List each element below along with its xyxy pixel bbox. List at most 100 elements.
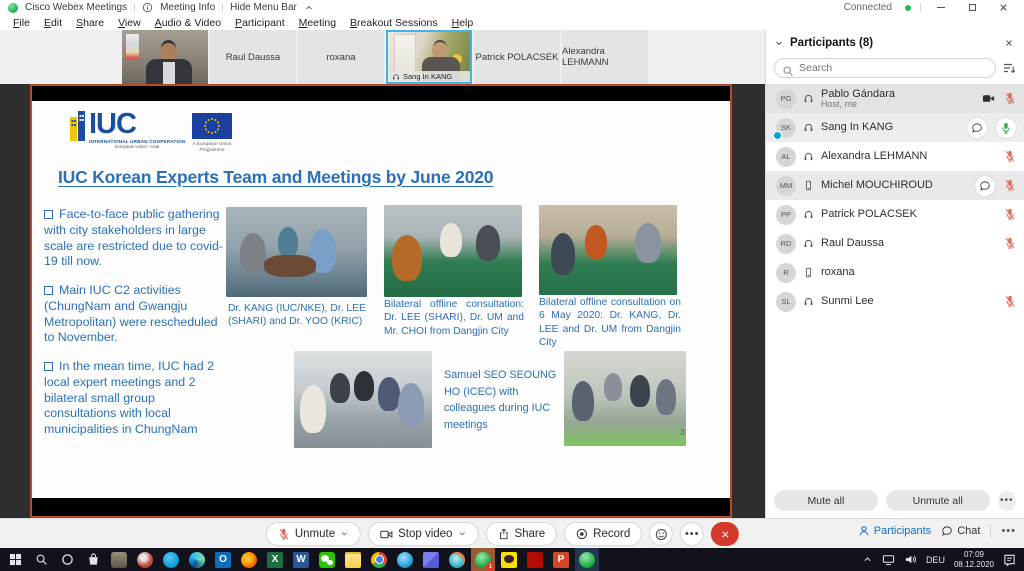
chevron-up-icon[interactable] xyxy=(304,3,314,13)
participants-tab-button[interactable]: Participants xyxy=(858,525,931,537)
paint3d-icon[interactable] xyxy=(449,552,465,568)
webex-meetings-taskbar-active[interactable]: 1 xyxy=(471,548,495,571)
menu-breakout-sessions[interactable]: Breakout Sessions xyxy=(343,17,445,29)
slide-bullet: Face-to-face public gathering with city … xyxy=(44,207,230,270)
leave-meeting-button[interactable] xyxy=(711,522,739,546)
menu-participant[interactable]: Participant xyxy=(228,17,292,29)
start-button[interactable] xyxy=(7,552,23,568)
microsoft-store-icon[interactable] xyxy=(85,552,101,568)
slide-bullet-list: Face-to-face public gathering with city … xyxy=(44,207,230,451)
wechat-icon[interactable] xyxy=(319,552,335,568)
more-controls-button[interactable]: ••• xyxy=(680,522,704,546)
action-center-icon[interactable] xyxy=(1003,551,1016,569)
earth-app-icon[interactable] xyxy=(397,552,413,568)
firefox-icon[interactable] xyxy=(241,552,257,568)
pdf-app-icon[interactable] xyxy=(527,552,543,568)
avatar: PG xyxy=(776,89,796,109)
statue-app-icon[interactable] xyxy=(111,552,127,568)
video-tile-pablo[interactable] xyxy=(122,30,208,84)
minimize-button[interactable] xyxy=(930,1,952,14)
mic-muted-icon[interactable] xyxy=(1004,177,1016,195)
participant-row[interactable]: R roxana xyxy=(766,258,1024,287)
participant-row[interactable]: PP Patrick POLACSEK xyxy=(766,200,1024,229)
webex-meetings-icon[interactable]: 1 xyxy=(475,552,491,568)
collapse-chevron-icon[interactable] xyxy=(774,38,784,48)
unmute-all-button[interactable]: Unmute all xyxy=(886,490,990,511)
menu-edit[interactable]: Edit xyxy=(37,17,69,29)
slide-bullet: In the mean time, IUC had 2 local expert… xyxy=(44,359,230,438)
participant-row[interactable]: SL Sunmi Lee xyxy=(766,287,1024,316)
menu-share[interactable]: Share xyxy=(69,17,111,29)
menu-help[interactable]: Help xyxy=(445,17,481,29)
powerpoint-icon[interactable]: P xyxy=(553,552,569,568)
speaker-icon[interactable] xyxy=(904,551,917,569)
excel-icon[interactable]: X xyxy=(267,552,283,568)
participants-panel-title: Participants (8) xyxy=(790,37,873,49)
cortana-icon[interactable] xyxy=(59,552,75,568)
chat-button[interactable] xyxy=(967,118,987,138)
taskbar-clock[interactable]: 07:0908.12.2020 xyxy=(954,550,994,570)
mic-muted-icon[interactable] xyxy=(1004,235,1016,253)
mic-muted-icon[interactable] xyxy=(1004,90,1016,108)
kakaotalk-icon[interactable] xyxy=(501,552,517,568)
mic-muted-icon[interactable] xyxy=(1004,148,1016,166)
participant-row[interactable]: RD Raul Daussa xyxy=(766,229,1024,258)
video-badge-icon xyxy=(773,131,782,140)
chevron-down-icon[interactable] xyxy=(340,528,349,540)
mute-all-button[interactable]: Mute all xyxy=(774,490,878,511)
close-window-button[interactable] xyxy=(992,1,1014,14)
tray-chevron-up-icon[interactable] xyxy=(862,551,873,569)
taskbar-search-icon[interactable] xyxy=(33,552,49,568)
active-speaker-label: Sang In KANG xyxy=(388,71,470,82)
share-button[interactable]: Share xyxy=(485,522,557,546)
video-tile-roxana[interactable]: roxana xyxy=(298,30,384,84)
close-panel-button[interactable] xyxy=(1004,37,1014,49)
chevron-down-icon[interactable] xyxy=(457,528,466,540)
word-icon[interactable]: W xyxy=(293,552,309,568)
video-tile-alexandra[interactable]: Alexandra LEHMANN xyxy=(562,30,648,84)
meeting-info-button[interactable]: Meeting Info xyxy=(160,2,215,13)
meeting-photo-5 xyxy=(564,351,686,446)
webex-window: Cisco Webex Meetings Meeting Info Hide M… xyxy=(0,0,1024,571)
webex-ball-taskbar[interactable] xyxy=(575,548,599,571)
participant-row[interactable]: PG Pablo GándaraHost, me xyxy=(766,84,1024,113)
stop-video-button[interactable]: Stop video xyxy=(368,522,478,546)
chrome-icon[interactable] xyxy=(371,552,387,568)
reactions-button[interactable] xyxy=(649,522,673,546)
mic-muted-icon[interactable] xyxy=(1004,206,1016,224)
hide-menu-bar-button[interactable]: Hide Menu Bar xyxy=(230,2,297,13)
mic-muted-icon[interactable] xyxy=(1004,293,1016,311)
video-tile-patrick[interactable]: Patrick POLACSEK xyxy=(474,30,560,84)
edge-icon[interactable] xyxy=(189,552,205,568)
chat-button[interactable] xyxy=(975,176,995,196)
meeting-photo-2 xyxy=(384,205,522,297)
maps-app-icon[interactable] xyxy=(423,552,439,568)
keyboard-language[interactable]: DEU xyxy=(926,555,945,565)
maximize-button[interactable] xyxy=(961,1,983,14)
mic-active-icon[interactable] xyxy=(996,118,1016,138)
menu-view[interactable]: View xyxy=(111,17,148,29)
menu-file[interactable]: File xyxy=(6,17,37,29)
participant-search-input[interactable] xyxy=(774,58,996,78)
record-button[interactable]: Record xyxy=(564,522,642,546)
participant-row[interactable]: AL Alexandra LEHMANN xyxy=(766,142,1024,171)
video-tile-raul[interactable]: Raul Daussa xyxy=(210,30,296,84)
video-tile-sang-in-kang[interactable]: Sang In KANG xyxy=(386,30,472,84)
eu-caption-line2: Programme xyxy=(199,148,224,153)
chat-tab-button[interactable]: Chat xyxy=(941,525,980,537)
network-icon[interactable] xyxy=(882,551,895,569)
outlook-icon[interactable]: O xyxy=(215,552,231,568)
more-options-icon[interactable]: ••• xyxy=(998,491,1016,511)
participant-row[interactable]: MM Michel MOUCHIROUD xyxy=(766,171,1024,200)
file-explorer-icon[interactable] xyxy=(345,552,361,568)
sort-participants-icon[interactable] xyxy=(1002,59,1016,77)
divider xyxy=(134,3,135,12)
webex-ball-icon[interactable] xyxy=(579,552,595,568)
menu-audio-video[interactable]: Audio & Video xyxy=(148,17,228,29)
more-panels-button[interactable]: ••• xyxy=(1001,525,1016,537)
cisco-app-icon[interactable] xyxy=(163,552,179,568)
menu-meeting[interactable]: Meeting xyxy=(292,17,343,29)
unmute-button[interactable]: Unmute xyxy=(266,522,361,546)
red-app-icon[interactable] xyxy=(137,552,153,568)
participant-row[interactable]: SK Sang In KANG xyxy=(766,113,1024,142)
